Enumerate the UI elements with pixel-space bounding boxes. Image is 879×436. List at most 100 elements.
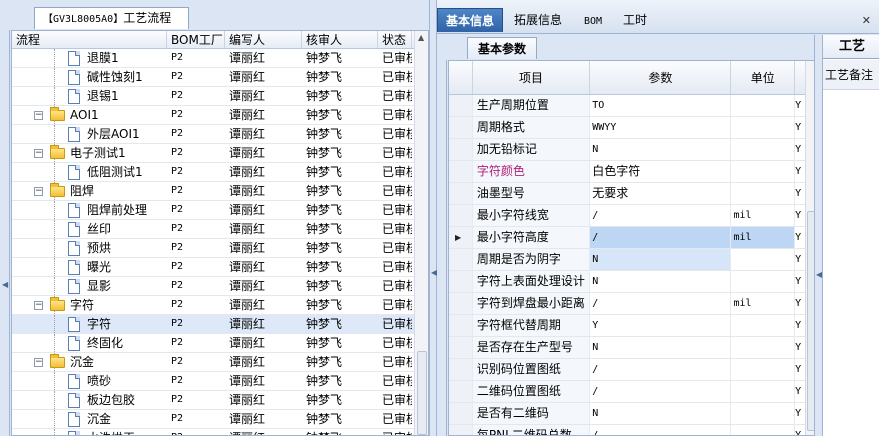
tree-node[interactable]: 退膜1: [12, 49, 167, 67]
collapse-toggle-icon[interactable]: −: [34, 358, 43, 367]
param-value-cell[interactable]: TO: [590, 95, 732, 116]
row-indicator[interactable]: [449, 95, 473, 116]
row-indicator[interactable]: ▶: [449, 227, 473, 248]
tree-row[interactable]: 沉金 P2 谭丽红 钟梦飞 已审核: [12, 410, 428, 429]
tree-scroll-thumb[interactable]: [417, 351, 427, 435]
tree-row[interactable]: 终固化 P2 谭丽红 钟梦飞 已审核: [12, 334, 428, 353]
column-header-bom[interactable]: BOM工厂: [167, 31, 225, 48]
right-splitter[interactable]: ◀: [814, 35, 822, 436]
close-icon[interactable]: ✕: [862, 14, 871, 27]
row-indicator[interactable]: [449, 293, 473, 314]
param-row[interactable]: 油墨型号 无要求 Y: [449, 183, 817, 205]
tree-node[interactable]: − 阻焊: [12, 182, 167, 200]
row-indicator[interactable]: [449, 271, 473, 292]
column-header-item[interactable]: 项目: [473, 61, 591, 94]
column-header-status[interactable]: 状态: [378, 31, 412, 48]
tree-node[interactable]: 外层AOI1: [12, 125, 167, 143]
param-value-cell[interactable]: /: [590, 227, 732, 248]
tree-row[interactable]: 预烘 P2 谭丽红 钟梦飞 已审核: [12, 239, 428, 258]
collapse-toggle-icon[interactable]: −: [34, 149, 43, 158]
row-indicator[interactable]: [449, 381, 473, 402]
param-row[interactable]: 字符上表面处理设计 N Y: [449, 271, 817, 293]
param-row[interactable]: 是否有二维码 N Y: [449, 403, 817, 425]
tab-work-hours[interactable]: 工时: [615, 8, 655, 32]
column-header-unit[interactable]: 单位: [731, 61, 796, 94]
collapse-toggle-icon[interactable]: −: [34, 187, 43, 196]
tree-row[interactable]: 显影 P2 谭丽红 钟梦飞 已审核: [12, 277, 428, 296]
process-flow-title-tab[interactable]: 【GV3L8005A0】工艺流程: [34, 7, 189, 29]
column-header-flow[interactable]: 流程: [12, 31, 167, 48]
collapse-toggle-icon[interactable]: −: [34, 301, 43, 310]
param-row[interactable]: 最小字符线宽 / mil Y: [449, 205, 817, 227]
param-row[interactable]: 识别码位置图纸 / Y: [449, 359, 817, 381]
param-row[interactable]: 字符框代替周期 Y Y: [449, 315, 817, 337]
param-value-cell[interactable]: N: [590, 139, 732, 160]
tree-row[interactable]: − 字符 P2 谭丽红 钟梦飞 已审核: [12, 296, 428, 315]
tree-row[interactable]: − 电子测试1 P2 谭丽红 钟梦飞 已审核: [12, 144, 428, 163]
tree-vertical-scrollbar[interactable]: ▲: [414, 31, 428, 435]
tree-row[interactable]: 曝光 P2 谭丽红 钟梦飞 已审核: [12, 258, 428, 277]
scroll-up-arrow-icon[interactable]: ▲: [418, 33, 424, 42]
tree-row[interactable]: 阻焊前处理 P2 谭丽红 钟梦飞 已审核: [12, 201, 428, 220]
param-value-cell[interactable]: 无要求: [590, 183, 732, 204]
param-row[interactable]: 二维码位置图纸 / Y: [449, 381, 817, 403]
row-indicator[interactable]: [449, 337, 473, 358]
tree-node[interactable]: − AOI1: [12, 106, 167, 124]
param-value-cell[interactable]: /: [590, 293, 732, 314]
tree-node[interactable]: 终固化: [12, 334, 167, 352]
param-value-cell[interactable]: N: [590, 337, 732, 358]
tree-row[interactable]: 字符 P2 谭丽红 钟梦飞 已审核: [12, 315, 428, 334]
tree-node[interactable]: 水洗烘干: [12, 429, 167, 435]
column-header-reviewer[interactable]: 核审人: [302, 31, 378, 48]
param-row[interactable]: 周期格式 WWYY Y: [449, 117, 817, 139]
tree-row[interactable]: − 阻焊 P2 谭丽红 钟梦飞 已审核: [12, 182, 428, 201]
tree-node[interactable]: − 沉金: [12, 353, 167, 371]
param-value-cell[interactable]: /: [590, 359, 732, 380]
tree-node[interactable]: 退锡1: [12, 87, 167, 105]
column-header-value[interactable]: 参数: [590, 61, 732, 94]
tree-node[interactable]: 显影: [12, 277, 167, 295]
param-row[interactable]: 周期是否为阴字 N Y: [449, 249, 817, 271]
tree-row[interactable]: 碱性蚀刻1 P2 谭丽红 钟梦飞 已审核: [12, 68, 428, 87]
row-indicator[interactable]: [449, 117, 473, 138]
tree-node[interactable]: 预烘: [12, 239, 167, 257]
param-value-cell[interactable]: 白色字符: [590, 161, 732, 182]
tree-row[interactable]: 喷砂 P2 谭丽红 钟梦飞 已审核: [12, 372, 428, 391]
param-value-cell[interactable]: WWYY: [590, 117, 732, 138]
param-row[interactable]: 字符到焊盘最小距离 / mil Y: [449, 293, 817, 315]
row-indicator[interactable]: [449, 315, 473, 336]
tree-node[interactable]: 曝光: [12, 258, 167, 276]
param-value-cell[interactable]: /: [590, 381, 732, 402]
tree-row[interactable]: 低阻测试1 P2 谭丽红 钟梦飞 已审核: [12, 163, 428, 182]
tree-row[interactable]: − AOI1 P2 谭丽红 钟梦飞 已审核: [12, 106, 428, 125]
tree-node[interactable]: 喷砂: [12, 372, 167, 390]
tree-row[interactable]: 退膜1 P2 谭丽红 钟梦飞 已审核: [12, 49, 428, 68]
tree-node[interactable]: 碱性蚀刻1: [12, 68, 167, 86]
tab-extended-info[interactable]: 拓展信息: [506, 8, 570, 32]
collapse-left-arrow-icon[interactable]: ◀: [2, 280, 8, 289]
tree-node[interactable]: 丝印: [12, 220, 167, 238]
param-value-cell[interactable]: Y: [590, 315, 732, 336]
tab-process[interactable]: 工艺: [823, 35, 879, 59]
tree-row[interactable]: 板边包胶 P2 谭丽红 钟梦飞 已审核: [12, 391, 428, 410]
tree-node[interactable]: 字符: [12, 315, 167, 333]
row-indicator[interactable]: [449, 425, 473, 435]
param-value-cell[interactable]: N: [590, 249, 732, 270]
param-row[interactable]: 每PNL二维码总数 / Y: [449, 425, 817, 435]
row-indicator[interactable]: [449, 359, 473, 380]
tree-node[interactable]: 沉金: [12, 410, 167, 428]
tree-row[interactable]: 水洗烘干 P2谭丽红钟梦飞已审核: [12, 429, 428, 435]
row-indicator[interactable]: [449, 139, 473, 160]
row-indicator[interactable]: [449, 249, 473, 270]
tree-row[interactable]: 退锡1 P2 谭丽红 钟梦飞 已审核: [12, 87, 428, 106]
row-indicator[interactable]: [449, 403, 473, 424]
tree-row[interactable]: 丝印 P2 谭丽红 钟梦飞 已审核: [12, 220, 428, 239]
column-header-editor[interactable]: 编写人: [225, 31, 302, 48]
middle-splitter[interactable]: ◀: [429, 0, 437, 436]
tree-row[interactable]: − 沉金 P2 谭丽红 钟梦飞 已审核: [12, 353, 428, 372]
row-indicator[interactable]: [449, 205, 473, 226]
tree-node[interactable]: − 字符: [12, 296, 167, 314]
tree-node[interactable]: 阻焊前处理: [12, 201, 167, 219]
param-row[interactable]: 加无铅标记 N Y: [449, 139, 817, 161]
tree-node[interactable]: 低阻测试1: [12, 163, 167, 181]
